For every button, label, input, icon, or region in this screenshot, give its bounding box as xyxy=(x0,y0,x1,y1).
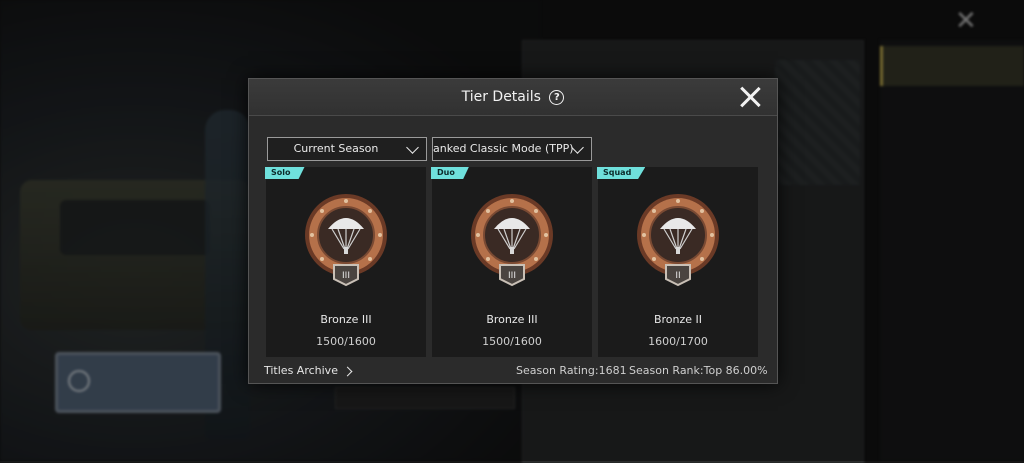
season-dropdown-value: Current Season xyxy=(293,142,379,155)
modal-header: Tier Details ? xyxy=(249,79,777,116)
badge-numeral: II xyxy=(675,271,680,281)
card-tag: Solo xyxy=(265,167,305,179)
tier-points: 1500/1600 xyxy=(316,335,376,348)
season-dropdown[interactable]: Current Season xyxy=(267,137,427,161)
badge-numeral: III xyxy=(342,271,350,281)
tier-name: Bronze III xyxy=(486,313,538,326)
chevron-down-icon xyxy=(406,141,419,154)
chevron-right-icon xyxy=(342,366,353,376)
card-tag: Duo xyxy=(431,167,469,179)
bronze-tier-badge-icon: III xyxy=(471,194,553,287)
modal-title: Tier Details ? xyxy=(249,79,777,115)
tier-name: Bronze II xyxy=(653,313,703,326)
card-tag: Squad xyxy=(597,167,646,179)
modal-title-text: Tier Details xyxy=(461,89,541,105)
close-icon[interactable] xyxy=(735,82,765,112)
tier-card-duo[interactable]: Duo III Bronze III 1500/1600 xyxy=(431,167,592,357)
tier-points: 1600/1700 xyxy=(648,335,708,348)
badge-numeral: III xyxy=(508,271,516,281)
tier-card-squad[interactable]: Squad II Bronze II 1600/1700 xyxy=(597,167,758,357)
season-rank: Season Rank:Top 86.00% xyxy=(629,364,768,377)
mode-dropdown-value: anked Classic Mode (TPP) xyxy=(433,142,574,155)
season-rating: Season Rating:1681 xyxy=(516,364,627,377)
tier-card-solo[interactable]: Solo III Bronze III 1500/1600 xyxy=(265,167,426,357)
tier-details-modal: Tier Details ? Current Season anked Clas… xyxy=(248,78,778,384)
modal-footer: Titles Archive Season Rating:1681 Season… xyxy=(249,361,777,383)
bronze-tier-badge-icon: III xyxy=(305,194,387,287)
tier-name: Bronze III xyxy=(320,313,372,326)
tier-points: 1500/1600 xyxy=(482,335,542,348)
titles-archive-label: Titles Archive xyxy=(264,364,338,377)
help-icon[interactable]: ? xyxy=(549,89,565,105)
mode-dropdown[interactable]: anked Classic Mode (TPP) xyxy=(432,137,592,161)
bronze-tier-badge-icon: II xyxy=(637,194,719,287)
titles-archive-link[interactable]: Titles Archive xyxy=(264,364,353,377)
